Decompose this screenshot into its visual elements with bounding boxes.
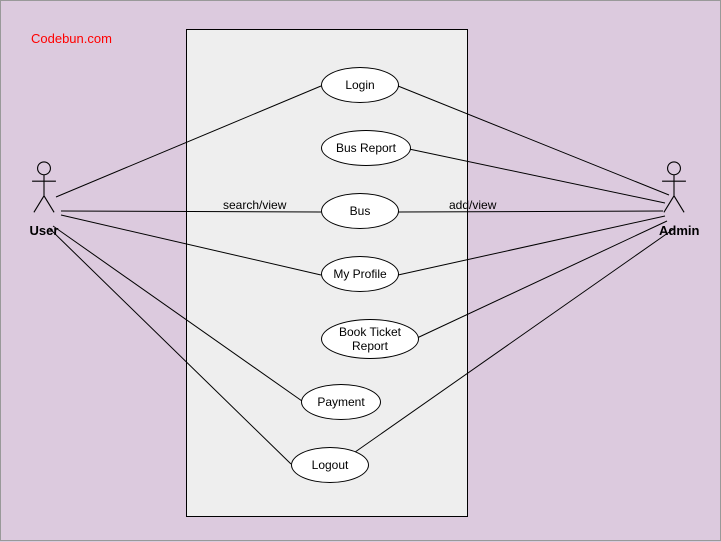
usecase-login: Login — [321, 67, 399, 103]
usecase-book-ticket-report-label: Book Ticket Report — [339, 325, 401, 354]
usecase-logout: Logout — [291, 447, 369, 483]
usecase-book-ticket-report: Book Ticket Report — [321, 319, 419, 359]
actor-user: User — [29, 161, 59, 238]
usecase-bus-label: Bus — [350, 204, 371, 218]
usecase-payment: Payment — [301, 384, 381, 420]
usecase-bus: Bus — [321, 193, 399, 229]
usecase-my-profile: My Profile — [321, 256, 399, 292]
edge-label-admin-bus: add/view — [449, 198, 496, 212]
edge-label-user-bus: search/view — [223, 198, 286, 212]
usecase-login-label: Login — [345, 78, 374, 92]
usecase-bus-report-label: Bus Report — [336, 141, 396, 155]
usecase-my-profile-label: My Profile — [333, 267, 386, 281]
actor-admin: Admin — [659, 161, 699, 238]
actor-admin-label: Admin — [659, 223, 699, 238]
usecase-logout-label: Logout — [312, 458, 349, 472]
actor-user-label: User — [29, 223, 59, 238]
watermark: Codebun.com — [31, 31, 112, 46]
usecase-bus-report: Bus Report — [321, 130, 411, 166]
usecase-payment-label: Payment — [317, 395, 364, 409]
